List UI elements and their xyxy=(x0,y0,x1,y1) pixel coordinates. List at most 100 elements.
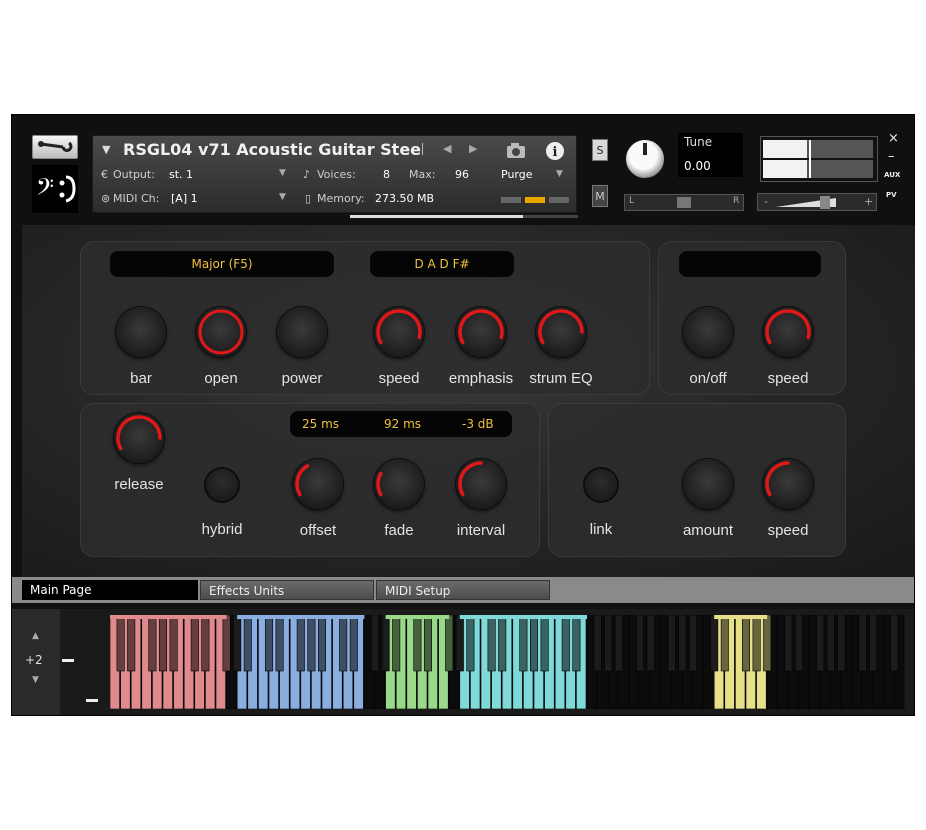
black-key[interactable] xyxy=(794,615,804,672)
black-key[interactable] xyxy=(392,615,401,672)
black-key[interactable] xyxy=(816,615,825,672)
black-key[interactable] xyxy=(540,615,549,672)
next-instrument-icon[interactable]: ▶ xyxy=(469,142,477,155)
black-key[interactable] xyxy=(423,615,433,672)
chevron-down-icon[interactable]: ▼ xyxy=(102,143,110,156)
aux-button[interactable]: AUX xyxy=(884,171,900,179)
black-key[interactable] xyxy=(741,615,751,672)
black-key[interactable] xyxy=(890,615,899,672)
pitch-wheel-marker[interactable] xyxy=(62,659,74,662)
black-key[interactable] xyxy=(275,615,284,672)
black-key[interactable] xyxy=(381,615,390,672)
black-key[interactable] xyxy=(445,615,454,672)
open-knob[interactable] xyxy=(196,307,246,357)
pan-slider[interactable]: L R xyxy=(624,194,744,211)
fade-knob[interactable] xyxy=(374,459,424,509)
black-key[interactable] xyxy=(243,615,252,672)
black-key[interactable] xyxy=(667,615,676,672)
black-key[interactable] xyxy=(317,615,327,672)
black-key[interactable] xyxy=(720,615,729,672)
black-key[interactable] xyxy=(233,615,242,672)
black-key[interactable] xyxy=(858,615,867,672)
strum-eq-knob[interactable] xyxy=(536,307,586,357)
black-key[interactable] xyxy=(487,615,496,672)
mod-wheel-marker[interactable] xyxy=(86,699,98,702)
black-key[interactable] xyxy=(614,615,623,672)
black-key[interactable] xyxy=(635,615,645,672)
piano-keyboard[interactable] xyxy=(110,615,910,709)
black-key[interactable] xyxy=(529,615,539,672)
black-key[interactable] xyxy=(158,615,168,672)
amount-knob[interactable] xyxy=(683,459,733,509)
purge-button[interactable]: Purge xyxy=(501,168,533,181)
black-key[interactable] xyxy=(264,615,274,672)
black-key[interactable] xyxy=(752,615,761,672)
camera-icon[interactable] xyxy=(495,140,535,162)
black-key[interactable] xyxy=(572,615,581,672)
minimize-icon[interactable]: – xyxy=(888,149,895,164)
black-key[interactable] xyxy=(370,615,380,672)
octave-down-icon[interactable]: ▼ xyxy=(32,675,39,685)
black-key[interactable] xyxy=(498,615,507,672)
midi-channel-value[interactable]: [A] 1 xyxy=(171,192,198,205)
black-key[interactable] xyxy=(201,615,210,672)
black-key[interactable] xyxy=(688,615,698,672)
volume-slider[interactable]: - + xyxy=(757,193,877,211)
black-key[interactable] xyxy=(837,615,846,672)
info-icon[interactable]: i xyxy=(537,140,573,162)
bar-knob[interactable] xyxy=(116,307,166,357)
chord-display[interactable]: Major (F5) xyxy=(110,251,334,277)
release-knob[interactable] xyxy=(114,413,164,463)
wrench-icon[interactable] xyxy=(32,135,78,159)
black-key[interactable] xyxy=(826,615,835,672)
black-key[interactable] xyxy=(561,615,570,672)
black-key[interactable] xyxy=(678,615,687,672)
purge-dropdown-icon[interactable]: ▼ xyxy=(556,169,563,179)
max-voices-value[interactable]: 96 xyxy=(455,168,469,181)
midi-dropdown-icon[interactable]: ▼ xyxy=(279,192,286,202)
black-key[interactable] xyxy=(519,615,528,672)
black-key[interactable] xyxy=(222,615,231,672)
black-key[interactable] xyxy=(127,615,136,672)
black-key[interactable] xyxy=(307,615,316,672)
hybrid-button[interactable] xyxy=(206,469,238,501)
black-key[interactable] xyxy=(296,615,305,672)
black-key[interactable] xyxy=(455,615,464,672)
output-value[interactable]: st. 1 xyxy=(169,168,193,181)
tune-knob[interactable] xyxy=(624,138,666,180)
black-key[interactable] xyxy=(339,615,348,672)
black-key[interactable] xyxy=(604,615,613,672)
black-key[interactable] xyxy=(413,615,422,672)
black-key[interactable] xyxy=(646,615,655,672)
offset-knob[interactable] xyxy=(293,459,343,509)
tab-effects-units[interactable]: Effects Units xyxy=(200,580,374,600)
black-key[interactable] xyxy=(869,615,878,672)
pv-button[interactable]: PV xyxy=(886,191,897,199)
black-key[interactable] xyxy=(763,615,772,672)
octave-up-icon[interactable]: ▲ xyxy=(32,631,39,641)
tuning-display[interactable]: D A D F# xyxy=(370,251,514,277)
speed-knob-bottom[interactable] xyxy=(763,459,813,509)
tab-midi-setup[interactable]: MIDI Setup xyxy=(376,580,550,600)
black-key[interactable] xyxy=(148,615,157,672)
volume-handle[interactable] xyxy=(820,196,830,209)
close-icon[interactable]: × xyxy=(888,131,899,146)
black-key[interactable] xyxy=(190,615,199,672)
pan-handle[interactable] xyxy=(677,197,691,208)
instrument-name[interactable]: RSGL04 v71 Acoustic Guitar Steel St xyxy=(123,140,423,159)
right-top-display[interactable] xyxy=(679,251,821,277)
emphasis-knob[interactable] xyxy=(456,307,506,357)
black-key[interactable] xyxy=(710,615,719,672)
solo-button[interactable]: S xyxy=(592,139,608,161)
link-button[interactable] xyxy=(585,469,617,501)
tab-main-page[interactable]: Main Page xyxy=(22,580,198,600)
black-key[interactable] xyxy=(349,615,358,672)
on-off-knob[interactable] xyxy=(683,307,733,357)
black-key[interactable] xyxy=(169,615,178,672)
speed-knob[interactable] xyxy=(374,307,424,357)
tune-value[interactable]: 0.00 xyxy=(684,159,711,173)
previous-instrument-icon[interactable]: ◀ xyxy=(443,142,451,155)
mute-button[interactable]: M xyxy=(592,185,608,207)
black-key[interactable] xyxy=(116,615,125,672)
output-dropdown-icon[interactable]: ▼ xyxy=(279,168,286,178)
